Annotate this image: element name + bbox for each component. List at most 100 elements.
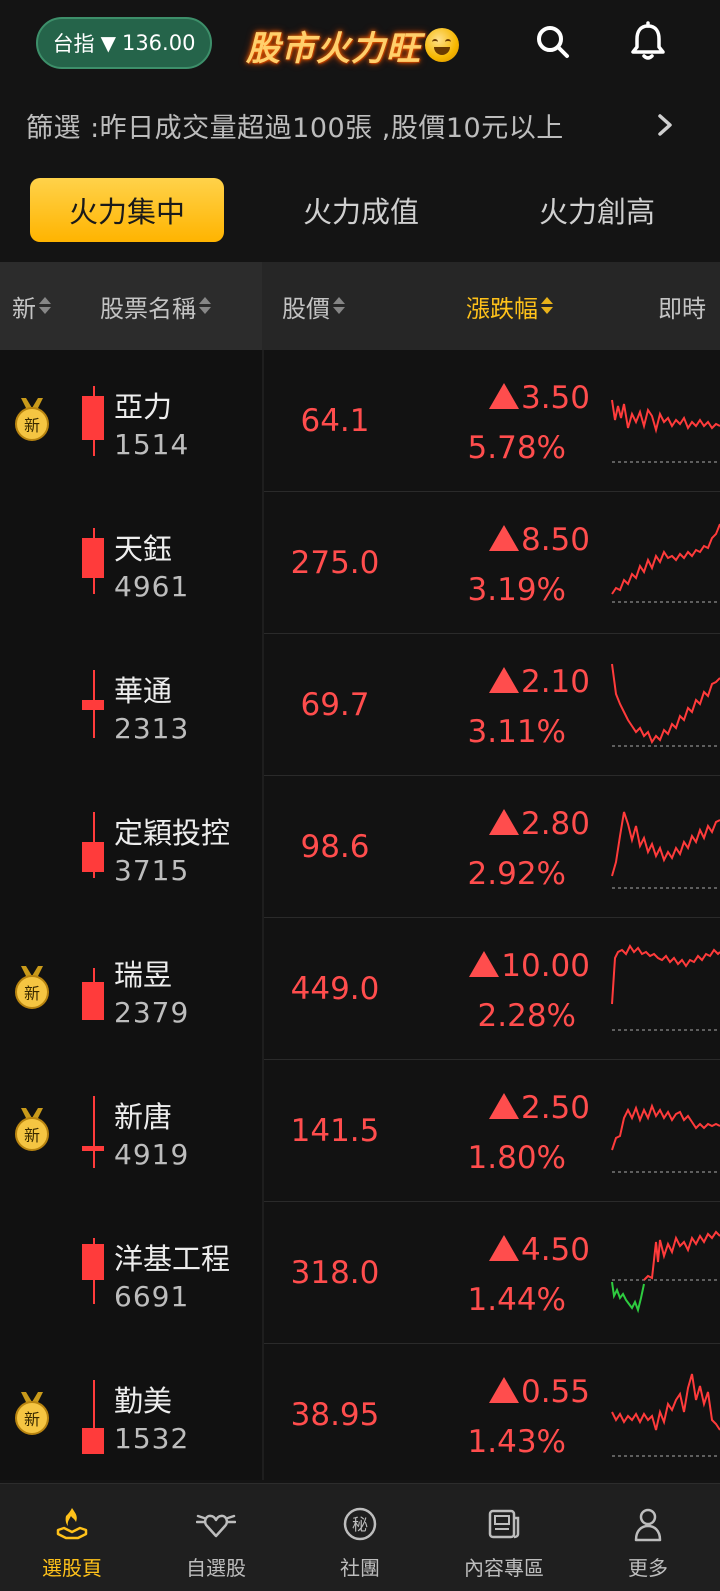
stock-price: 38.95 [290, 1397, 380, 1433]
tab-fire-turnover[interactable]: 火力成值 [264, 178, 458, 242]
column-realtime-label: 即時 [658, 294, 706, 323]
intraday-sparkline [611, 944, 720, 1031]
stock-name: 天鈺 [114, 532, 173, 566]
intraday-sparkline [611, 663, 720, 747]
nav-content[interactable]: 內容專區 [432, 1484, 576, 1591]
filter-bar[interactable]: 篩選 :昨日成交量超過100張 ,股價10元以上 [0, 96, 720, 154]
tab-fire-focus[interactable]: 火力集中 [30, 178, 224, 242]
up-triangle-icon [488, 525, 519, 551]
bell-icon[interactable] [626, 20, 670, 64]
winged-heart-icon [196, 1514, 236, 1538]
chevron-right-icon[interactable] [652, 110, 680, 140]
column-price-label: 股價 [282, 294, 330, 323]
intraday-sparkline [611, 1230, 720, 1314]
top-bar: 台指 ▼ 136.00 股市火力旺 [0, 0, 720, 88]
column-price[interactable]: 股價 [282, 262, 346, 350]
svg-text:新: 新 [24, 984, 40, 1003]
stock-code: 6691 [114, 1280, 190, 1313]
filter-text: 篩選 :昨日成交量超過100張 ,股價10元以上 [26, 112, 564, 144]
stock-code: 3715 [114, 854, 190, 887]
nav-community[interactable]: 秘 社團 [288, 1484, 432, 1591]
column-realtime[interactable]: 即時 [658, 262, 706, 350]
price-change: 0.55 [440, 1374, 590, 1410]
stock-list: 新 亞力 1514 64.1 3.50 5.78% 天鈺 4961 275.0 … [0, 350, 720, 1480]
percent-change: 2.92% [467, 856, 566, 892]
percent-change: 3.11% [467, 714, 566, 750]
up-triangle-icon [488, 1093, 519, 1119]
nav-label: 自選股 [186, 1556, 246, 1580]
price-change: 2.10 [440, 664, 590, 700]
stock-code: 1514 [114, 428, 190, 461]
table-row[interactable]: 華通 2313 69.7 2.10 3.11% [0, 634, 720, 776]
column-name[interactable]: 股票名稱 [100, 262, 212, 350]
table-row[interactable]: 洋基工程 6691 318.0 4.50 1.44% [0, 1202, 720, 1344]
stock-price: 69.7 [300, 687, 370, 723]
svg-text:新: 新 [24, 1126, 40, 1145]
index-pill[interactable]: 台指 ▼ 136.00 [36, 17, 212, 69]
stock-price: 141.5 [290, 1113, 380, 1149]
new-medal-icon: 新 [15, 398, 49, 441]
sort-icon [198, 295, 212, 317]
candlestick-icon [82, 386, 106, 456]
stock-name: 亞力 [114, 390, 173, 424]
intraday-sparkline [611, 811, 720, 889]
new-medal-icon: 新 [15, 1392, 49, 1435]
svg-text:新: 新 [24, 416, 40, 435]
table-row[interactable]: 新 瑞昱 2379 449.0 10.00 2.28% [0, 918, 720, 1060]
svg-text:秘: 秘 [352, 1515, 368, 1534]
up-triangle-icon [488, 383, 519, 409]
price-change: 4.50 [440, 1232, 590, 1268]
person-icon [634, 1508, 662, 1542]
stock-code: 2379 [114, 996, 190, 1029]
hand-flame-icon [56, 1508, 88, 1540]
sort-desc-icon [540, 295, 554, 317]
price-change: 3.50 [440, 380, 590, 416]
table-row[interactable]: 新 新唐 4919 141.5 2.50 1.80% [0, 1060, 720, 1202]
newspaper-icon [488, 1509, 520, 1539]
logo-text: 股市火力旺 [246, 28, 421, 69]
nav-label: 內容專區 [464, 1556, 544, 1580]
table-row[interactable]: 定穎投控 3715 98.6 2.80 2.92% [0, 776, 720, 918]
stock-code: 4919 [114, 1138, 190, 1171]
nav-more[interactable]: 更多 [576, 1484, 720, 1591]
nav-label: 更多 [628, 1556, 668, 1580]
candlestick-icon [82, 812, 106, 878]
index-down-arrow: ▼ [100, 31, 116, 55]
candlestick-icon [82, 1096, 106, 1168]
tab-fire-high[interactable]: 火力創高 [500, 178, 694, 242]
price-change: 10.00 [440, 948, 590, 984]
candlestick-icon [82, 528, 106, 594]
search-icon[interactable] [531, 20, 575, 64]
table-row[interactable]: 天鈺 4961 275.0 8.50 3.19% [0, 492, 720, 634]
nav-watchlist[interactable]: 自選股 [144, 1484, 288, 1591]
stock-price: 318.0 [290, 1255, 380, 1291]
table-row[interactable]: 新 亞力 1514 64.1 3.50 5.78% [0, 350, 720, 492]
index-value: 136.00 [121, 31, 196, 55]
nav-label: 社團 [340, 1556, 380, 1580]
stock-code: 4961 [114, 570, 190, 603]
candlestick-icon [82, 968, 106, 1020]
bottom-nav: 選股頁 自選股 秘 社團 內容專區 更多 [0, 1483, 720, 1591]
candlestick-icon [82, 1380, 106, 1454]
index-label: 台指 [52, 32, 95, 56]
tab-bar: 火力集中 火力成值 火力創高 [0, 172, 720, 246]
price-change: 2.50 [440, 1090, 590, 1126]
candlestick-icon [82, 1238, 106, 1304]
up-triangle-icon [488, 809, 519, 835]
intraday-sparkline [611, 1373, 720, 1457]
column-new[interactable]: 新 [12, 262, 52, 350]
stock-name: 新唐 [114, 1100, 173, 1134]
new-medal-icon: 新 [15, 1108, 49, 1151]
svg-text:新: 新 [24, 1410, 40, 1429]
nav-stock-picker[interactable]: 選股頁 [0, 1484, 144, 1591]
up-triangle-icon [488, 667, 519, 693]
stock-price: 98.6 [300, 829, 370, 865]
percent-change: 3.19% [467, 572, 566, 608]
table-row[interactable]: 新 勤美 1532 38.95 0.55 1.43% [0, 1344, 720, 1480]
stock-name: 定穎投控 [114, 816, 231, 850]
up-triangle-icon [488, 1377, 519, 1403]
stock-price: 275.0 [290, 545, 380, 581]
stock-name: 瑞昱 [114, 958, 173, 992]
percent-change: 1.80% [467, 1140, 566, 1176]
column-change[interactable]: 漲跌幅 [466, 262, 554, 350]
